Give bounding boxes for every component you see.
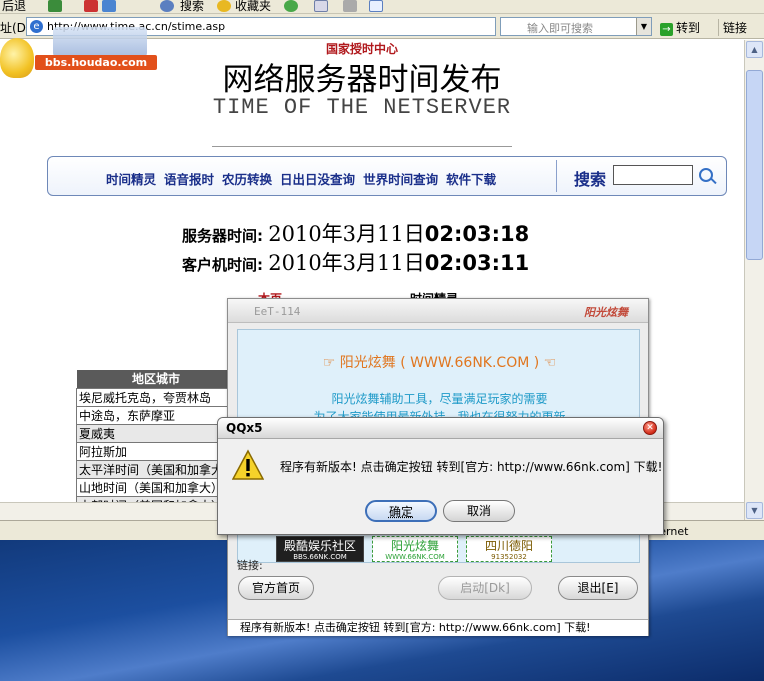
table-row[interactable]: 中途岛，东萨摩亚	[75, 405, 237, 425]
server-time-value: 2010年3月11日02:03:18	[268, 222, 529, 246]
client-time-clock: 02:03:11	[424, 251, 530, 275]
address-search-placeholder: 输入即可搜索	[527, 22, 593, 35]
nav-separator	[556, 160, 557, 192]
nav-link-software-download[interactable]: 软件下载	[446, 172, 496, 187]
ad-banner-community[interactable]: 殿酷娱乐社区 BBS.66NK.COM	[276, 536, 364, 562]
logo-background	[53, 27, 147, 57]
server-time-label: 服务器时间:	[182, 227, 263, 245]
go-button[interactable]: → 转到	[660, 19, 700, 36]
search-icon[interactable]	[160, 0, 174, 12]
media-icon[interactable]	[284, 0, 298, 12]
table-row[interactable]: 太平洋时间（美国和加拿大）	[75, 459, 237, 479]
site-search-input[interactable]	[613, 165, 693, 185]
links-label: 链接:	[237, 559, 263, 572]
update-message-box: QQx5 ✕ 程序有新版本! 点击确定按钮 转到[官方: http://www.…	[217, 417, 664, 535]
favorites-star-icon[interactable]	[217, 0, 231, 12]
game-version: EeT-114	[254, 305, 301, 318]
address-search-input[interactable]: 输入即可搜索 ▼	[500, 17, 652, 36]
game-brand: 阳光炫舞	[584, 306, 628, 319]
server-time-row: 服务器时间: 2010年3月11日02:03:18	[182, 218, 529, 248]
warning-icon	[232, 449, 264, 480]
table-row[interactable]: 阿拉斯加	[75, 441, 237, 461]
bbs-logo: bbs.houdao.com	[35, 27, 157, 70]
table-row[interactable]: 山地时间（美国和加拿大）	[75, 477, 237, 497]
ad-title: 四川德阳	[484, 539, 533, 553]
ad-banner-region[interactable]: 四川德阳 91352032	[466, 536, 552, 562]
client-time-value: 2010年3月11日02:03:11	[268, 251, 529, 275]
ad-title: 阳光炫舞	[390, 539, 439, 553]
ad-banner-game[interactable]: 阳光炫舞 WWW.66NK.COM	[372, 536, 458, 562]
bbs-logo-text: bbs.houdao.com	[35, 55, 157, 70]
ad-subtitle: 91352032	[491, 553, 527, 561]
ok-button-label: 确定	[388, 505, 413, 519]
message-text: 程序有新版本! 点击确定按钮 转到[官方: http://www.66nk.co…	[280, 460, 663, 474]
page-subtitle: TIME OF THE NETSERVER	[212, 95, 512, 120]
region-table: 地区城市 埃尼威托克岛，夸贾林岛 中途岛，东萨摩亚 夏威夷 阿拉斯加 太平洋时间…	[75, 370, 237, 515]
message-title-bar[interactable]: QQx5 ✕	[218, 418, 663, 439]
go-arrow-icon: →	[660, 23, 673, 36]
cancel-button[interactable]: 取消	[443, 500, 515, 522]
close-icon[interactable]: ✕	[643, 421, 657, 435]
ad-subtitle: WWW.66NK.COM	[385, 553, 445, 561]
go-button-label: 转到	[676, 21, 701, 35]
table-row[interactable]: 夏威夷	[75, 423, 237, 443]
scroll-down-icon[interactable]: ▼	[746, 502, 763, 519]
client-time-label: 客户机时间:	[182, 256, 263, 274]
start-button[interactable]: 启动[Dk]	[438, 576, 532, 600]
search-button-label[interactable]: 搜索	[180, 0, 204, 14]
magnifier-icon[interactable]	[699, 168, 713, 182]
scroll-thumb[interactable]	[746, 70, 763, 260]
ok-button[interactable]: 确定	[365, 500, 437, 522]
ad-title: 殿酷娱乐社区	[283, 539, 356, 553]
favorites-button-label[interactable]: 收藏夹	[235, 0, 271, 14]
game-title-bar[interactable]: EeT-114 阳光炫舞	[228, 299, 648, 323]
exit-button[interactable]: 退出[E]	[558, 576, 638, 600]
server-time-date: 2010年3月11日	[268, 222, 425, 246]
client-time-row: 客户机时间: 2010年3月11日02:03:11	[182, 247, 529, 277]
dropdown-arrow-icon[interactable]: ▼	[636, 18, 651, 35]
back-button-label[interactable]: 后退	[2, 0, 26, 14]
nav-bar: 时间精灵 语音报时 农历转换 日出日没查询 世界时间查询 软件下载 搜索	[47, 156, 727, 196]
forward-icon[interactable]	[48, 0, 62, 12]
nav-link-sunrise-query[interactable]: 日出日没查询	[280, 172, 355, 187]
mail-icon[interactable]	[314, 0, 328, 12]
ad-subtitle: BBS.66NK.COM	[293, 553, 347, 561]
divider	[212, 146, 512, 147]
nav-link-lunar-convert[interactable]: 农历转换	[222, 172, 272, 187]
game-status-bar: 程序有新版本! 点击确定按钮 转到[官方: http://www.66nk.co…	[228, 619, 648, 636]
client-time-date: 2010年3月11日	[268, 251, 425, 275]
print-icon[interactable]	[343, 0, 357, 12]
message-title: QQx5	[226, 421, 263, 435]
refresh-icon[interactable]	[102, 0, 116, 12]
homepage-button[interactable]: 官方首页	[238, 576, 314, 600]
site-search-label: 搜索	[574, 170, 607, 189]
nav-items: 时间精灵 语音报时 农历转换 日出日没查询 世界时间查询 软件下载	[106, 169, 504, 188]
game-headline: ☞ 阳光炫舞 ( WWW.66NK.COM ) ☜	[322, 355, 557, 371]
sun-logo-icon	[0, 38, 34, 78]
table-row[interactable]: 埃尼威托克岛，夸贾林岛	[75, 387, 237, 407]
vertical-scrollbar[interactable]: ▲ ▼	[744, 40, 764, 520]
ie-toolbar: 后退 搜索 收藏夹	[0, 0, 764, 14]
edit-icon[interactable]	[369, 0, 383, 12]
server-time-clock: 02:03:18	[424, 222, 530, 246]
region-table-header: 地区城市	[76, 370, 236, 388]
links-button[interactable]: 链接	[718, 19, 747, 36]
game-desc-line1: 阳光炫舞辅助工具，尽量满足玩家的需要	[331, 392, 548, 406]
nav-link-time-elf[interactable]: 时间精灵	[106, 172, 156, 187]
nav-link-world-time[interactable]: 世界时间查询	[363, 172, 438, 187]
nav-link-voice-time[interactable]: 语音报时	[164, 172, 214, 187]
scroll-up-icon[interactable]: ▲	[746, 41, 763, 58]
stop-icon[interactable]	[84, 0, 98, 12]
